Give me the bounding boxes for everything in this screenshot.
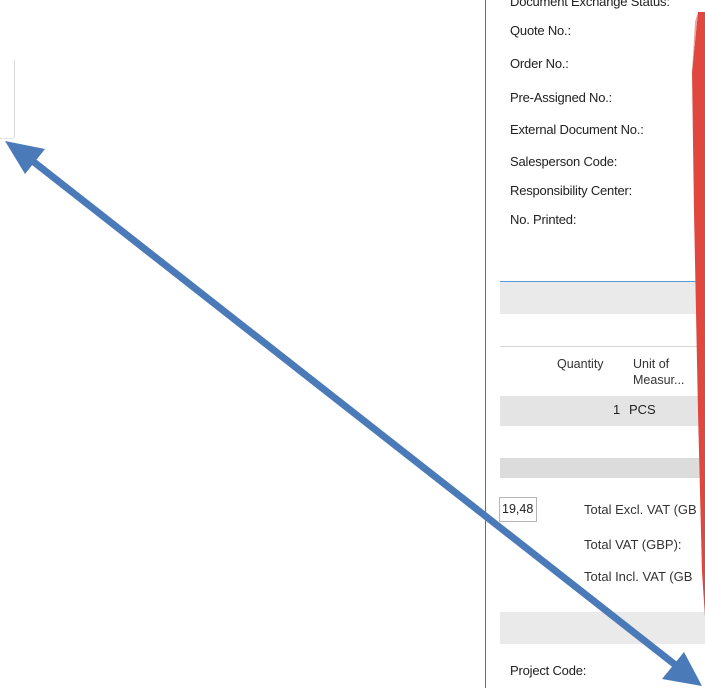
lines-fasttab-header[interactable] — [500, 282, 705, 314]
total-incl-vat-label: Total Incl. VAT (GB — [584, 569, 693, 584]
project-code-label: Project Code: — [510, 663, 587, 678]
row-quantity-value[interactable]: 1 — [613, 402, 620, 417]
sales-document-panel: Document Exchange Status: Quote No.: Ord… — [486, 0, 705, 688]
amount-field[interactable]: 19,48 — [499, 497, 537, 522]
background-window — [0, 0, 485, 688]
column-header-quantity[interactable]: Quantity — [557, 356, 604, 372]
column-header-unit-of-measure[interactable]: Unit of Measur... — [633, 356, 684, 388]
red-highlight-body — [692, 12, 705, 617]
total-vat-label: Total VAT (GBP): — [584, 537, 682, 552]
salesperson-code-label: Salesperson Code: — [510, 154, 618, 169]
responsibility-center-label: Responsibility Center: — [510, 183, 633, 198]
total-excl-vat-label: Total Excl. VAT (GB — [584, 502, 697, 517]
no-printed-label: No. Printed: — [510, 212, 577, 227]
table-row[interactable]: 1 PCS — [500, 396, 705, 426]
window-edge — [0, 60, 15, 139]
order-no-label: Order No.: — [510, 56, 569, 71]
pre-assigned-no-label: Pre-Assigned No.: — [510, 90, 613, 105]
grid-header-divider — [500, 346, 705, 347]
red-highlight-shape — [692, 12, 705, 617]
external-document-no-label: External Document No.: — [510, 122, 644, 137]
footer-fasttab-header[interactable] — [500, 612, 705, 644]
totals-separator-band — [500, 458, 705, 478]
quote-no-label: Quote No.: — [510, 23, 571, 38]
row-unit-value[interactable]: PCS — [629, 402, 656, 417]
document-exchange-status-label: Document Exchange Status: — [510, 0, 670, 9]
